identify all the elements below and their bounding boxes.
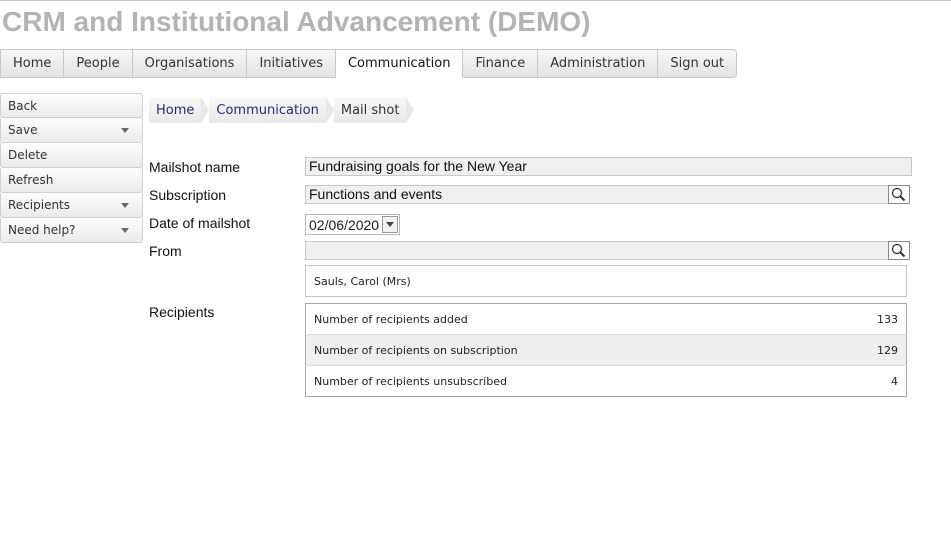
recipients-on-subscription-count: 129: [818, 334, 907, 366]
table-row: Number of recipients added 133: [305, 303, 907, 335]
recipients-unsubscribed-label: Number of recipients unsubscribed: [314, 374, 507, 388]
date-of-mailshot-field[interactable]: 02/06/2020: [305, 214, 400, 235]
subscription-label: Subscription: [149, 187, 227, 203]
recipients-button-label: Recipients: [8, 198, 71, 212]
mailshot-name-label: Mailshot name: [149, 159, 241, 175]
from-label: From: [149, 243, 182, 259]
table-row: Number of recipients on subscription 129: [305, 334, 907, 366]
chevron-down-icon: [121, 127, 129, 133]
recipients-button[interactable]: Recipients: [0, 193, 143, 218]
date-of-mailshot-label: Date of mailshot: [149, 215, 251, 231]
recipients-label: Recipients: [149, 304, 215, 320]
table-row: Number of recipients unsubscribed 4: [306, 366, 907, 397]
from-search-icon[interactable]: [888, 241, 910, 260]
from-selected-contact[interactable]: Sauls, Carol (Mrs): [305, 265, 907, 297]
need-help-button[interactable]: Need help?: [0, 218, 143, 243]
recipients-unsubscribed-count: 4: [891, 374, 898, 388]
tab-home[interactable]: Home: [0, 49, 65, 78]
back-button[interactable]: Back: [0, 93, 143, 118]
action-sidebar: Back Save Delete Refresh Recipients Need…: [0, 93, 143, 243]
breadcrumb-home[interactable]: Home: [149, 97, 210, 123]
recipients-on-subscription-label: Number of recipients on subscription: [305, 334, 819, 366]
date-of-mailshot-value: 02/06/2020: [309, 216, 380, 233]
tab-initiatives[interactable]: Initiatives: [247, 49, 336, 78]
tab-administration[interactable]: Administration: [538, 49, 659, 78]
calendar-dropdown-icon[interactable]: [382, 216, 398, 233]
tab-sign-out[interactable]: Sign out: [658, 49, 738, 78]
breadcrumb: Home Communication Mail shot: [149, 97, 415, 123]
chevron-down-icon: [121, 227, 129, 233]
tab-people[interactable]: People: [64, 49, 133, 78]
breadcrumb-mail-shot: Mail shot: [333, 97, 415, 123]
from-input[interactable]: [305, 241, 910, 260]
subscription-search-icon[interactable]: [888, 185, 910, 204]
tab-communication[interactable]: Communication: [335, 49, 464, 78]
recipients-added-count: 133: [818, 303, 907, 335]
refresh-button-label: Refresh: [8, 173, 54, 187]
breadcrumb-communication[interactable]: Communication: [209, 97, 335, 123]
mailshot-name-input[interactable]: Fundraising goals for the New Year: [305, 157, 912, 176]
app-title: CRM and Institutional Advancement (DEMO): [2, 6, 591, 37]
refresh-button[interactable]: Refresh: [0, 168, 143, 193]
chevron-down-icon: [121, 202, 129, 208]
tab-finance[interactable]: Finance: [463, 49, 539, 78]
subscription-input[interactable]: Functions and events: [305, 185, 910, 204]
back-button-label: Back: [8, 98, 38, 113]
save-button[interactable]: Save: [0, 118, 143, 143]
save-button-label: Save: [8, 123, 38, 137]
delete-button-label: Delete: [8, 148, 48, 162]
recipients-summary-table: Number of recipients added 133 Number of…: [305, 303, 907, 397]
main-nav: Home People Organisations Initiatives Co…: [0, 49, 738, 78]
tab-organisations[interactable]: Organisations: [132, 49, 248, 78]
from-selected-name: Sauls, Carol (Mrs): [314, 274, 411, 288]
need-help-button-label: Need help?: [8, 223, 76, 237]
recipients-added-label: Number of recipients added: [305, 303, 819, 335]
delete-button[interactable]: Delete: [0, 143, 143, 168]
